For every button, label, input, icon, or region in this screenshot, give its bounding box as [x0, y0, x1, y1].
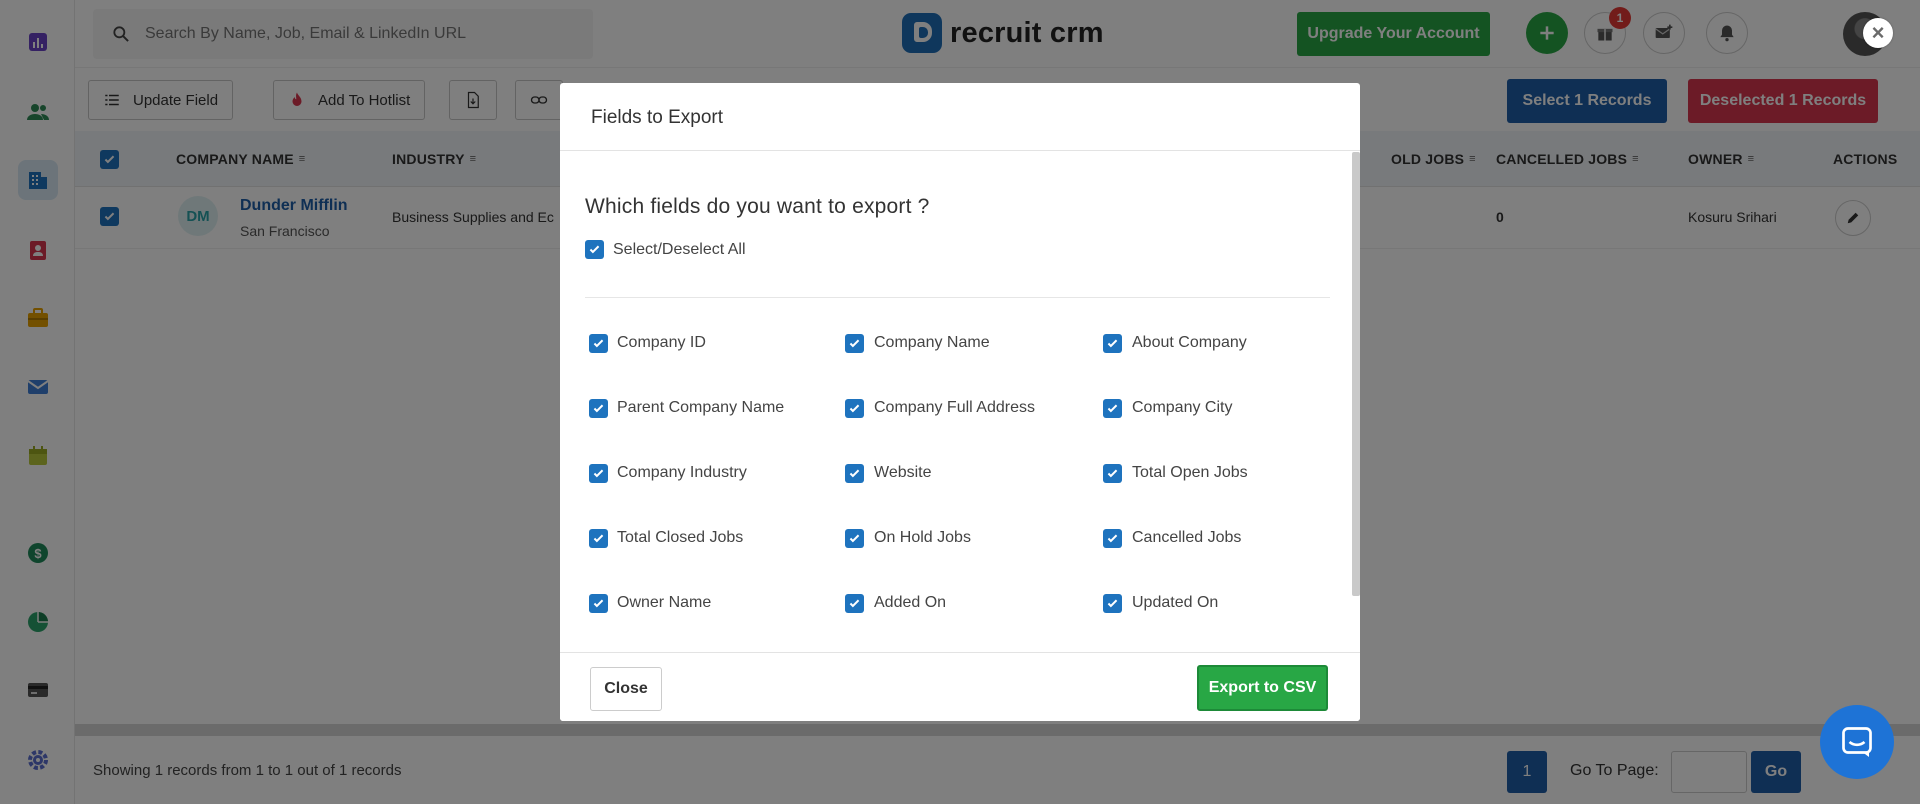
field-checkbox[interactable]: [589, 334, 608, 353]
field-label: About Company: [1132, 334, 1247, 351]
field-checkbox[interactable]: [845, 464, 864, 483]
field-checkbox[interactable]: [1103, 399, 1122, 418]
field-label: Updated On: [1132, 594, 1219, 611]
field-checkbox[interactable]: [845, 529, 864, 548]
field-label: Owner Name: [617, 594, 712, 611]
close-icon[interactable]: ×: [1863, 18, 1893, 48]
chat-icon: [1842, 727, 1872, 757]
field-label: Company City: [1132, 399, 1233, 416]
modal-footer: Close Export to CSV: [560, 652, 1360, 721]
field-checkbox[interactable]: [845, 399, 864, 418]
select-all-label: Select/Deselect All: [613, 241, 746, 258]
field-checkbox[interactable]: [589, 464, 608, 483]
field-checkbox[interactable]: [589, 529, 608, 548]
field-checkbox[interactable]: [589, 594, 608, 613]
divider: [585, 297, 1330, 298]
field-label: Website: [874, 464, 932, 481]
close-button[interactable]: Close: [590, 667, 662, 711]
field-label: Company ID: [617, 334, 706, 351]
field-checkbox[interactable]: [1103, 529, 1122, 548]
field-checkbox[interactable]: [845, 334, 864, 353]
field-label: Total Open Jobs: [1132, 464, 1248, 481]
modal-title: Fields to Export: [591, 107, 723, 128]
field-checkbox[interactable]: [1103, 594, 1122, 613]
chat-support-button[interactable]: [1820, 705, 1894, 779]
field-checkbox[interactable]: [589, 399, 608, 418]
field-label: Cancelled Jobs: [1132, 529, 1242, 546]
field-label: Company Industry: [617, 464, 747, 481]
modal-scrollbar[interactable]: [1352, 152, 1360, 596]
field-label: Added On: [874, 594, 947, 611]
modal-header: Fields to Export: [560, 83, 1360, 151]
field-label: Total Closed Jobs: [617, 529, 744, 546]
field-label: Parent Company Name: [617, 399, 785, 416]
select-all-checkbox[interactable]: [585, 240, 604, 259]
fields-to-export-modal: Fields to Export Which fields do you wan…: [560, 83, 1360, 721]
field-checkbox[interactable]: [1103, 464, 1122, 483]
field-label: Company Full Address: [874, 399, 1035, 416]
field-checkbox[interactable]: [1103, 334, 1122, 353]
field-label: Company Name: [874, 334, 990, 351]
field-label: On Hold Jobs: [874, 529, 971, 546]
export-question: Which fields do you want to export ?: [585, 195, 930, 218]
export-to-csv-button[interactable]: Export to CSV: [1197, 665, 1328, 711]
field-checkbox[interactable]: [845, 594, 864, 613]
